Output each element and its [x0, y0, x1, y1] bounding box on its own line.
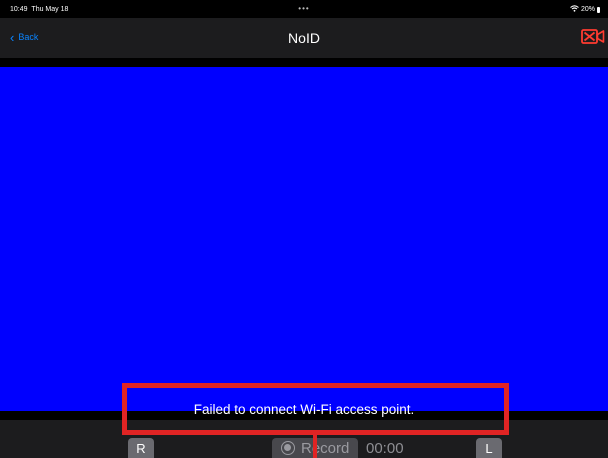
app-screen: 10:49 Thu May 18 ••• 20% ‹ Back NoID Fai…	[0, 0, 608, 458]
status-indicators: 20%	[570, 5, 600, 14]
record-icon	[281, 441, 295, 455]
page-title: NoID	[288, 30, 320, 46]
record-label: Record	[301, 440, 350, 457]
multitasking-dots[interactable]: •••	[0, 4, 608, 13]
camera-off-button[interactable]	[581, 28, 605, 46]
wifi-icon	[570, 5, 579, 14]
wifi-icon-graphic	[570, 5, 579, 12]
status-bar: 10:49 Thu May 18 ••• 20%	[0, 0, 608, 18]
highlight-annotation-box	[122, 383, 509, 435]
camera-off-icon	[581, 29, 605, 44]
navigation-bar: ‹ Back NoID	[0, 18, 608, 58]
battery-percentage: 20%	[580, 6, 595, 13]
highlight-annotation-pointer	[313, 434, 317, 458]
l-button[interactable]: L	[476, 438, 502, 458]
record-timer: 00:00	[366, 440, 404, 457]
video-top-border	[0, 58, 608, 67]
r-button[interactable]: R	[128, 438, 154, 458]
video-feed	[0, 67, 608, 411]
battery-icon	[597, 6, 600, 13]
